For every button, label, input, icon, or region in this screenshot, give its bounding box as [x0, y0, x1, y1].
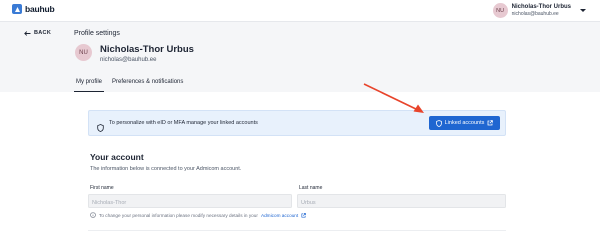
user-menu-name: Nicholas-Thor Urbus [511, 3, 571, 10]
avatar: NU [492, 3, 508, 18]
last-name-field[interactable] [297, 194, 506, 208]
section-subtitle: The information below is connected to yo… [90, 166, 242, 172]
back-button[interactable]: BACK [24, 30, 51, 36]
bauhub-logo-icon [12, 4, 22, 14]
bauhub-logo[interactable]: bauhub [12, 4, 55, 14]
first-name-label: First name [90, 185, 114, 191]
external-link-icon[interactable] [301, 212, 307, 218]
admicom-account-link[interactable]: Admicom account [261, 213, 298, 218]
user-menu-text: Nicholas-Thor Urbus nicholas@bauhub.ee [512, 4, 571, 18]
first-name-field[interactable] [88, 194, 292, 208]
profile-avatar: NU [75, 44, 92, 61]
tab-preferences-notifications[interactable]: Preferences & notifications [110, 78, 185, 92]
profile-name: Nicholas-Thor Urbus [100, 44, 194, 55]
linked-accounts-banner: To personalize with eID or MFA manage yo… [88, 110, 506, 136]
page-title: Profile settings [74, 30, 120, 37]
divider [88, 230, 506, 231]
shield-icon [435, 119, 442, 127]
last-name-label: Last name [299, 185, 323, 191]
user-menu[interactable]: NU Nicholas-Thor Urbus nicholas@bauhub.e… [492, 3, 586, 18]
linked-accounts-label: Linked accounts [444, 120, 485, 126]
back-label: BACK [34, 30, 52, 36]
tab-my-profile[interactable]: My profile [74, 78, 105, 92]
info-note-text: To change your personal information plea… [99, 212, 258, 218]
section-title: Your account [90, 152, 144, 162]
logo-text: bauhub [25, 4, 55, 14]
profile-tabs: My profile Preferences & notifications [74, 78, 185, 92]
user-menu-email: nicholas@bauhub.ee [511, 10, 559, 17]
profile-header: BACK Profile settings NU Nicholas-Thor U… [0, 22, 600, 92]
external-link-icon [487, 120, 494, 126]
info-icon [90, 212, 96, 218]
linked-accounts-button[interactable]: Linked accounts [429, 116, 500, 130]
top-bar: bauhub NU Nicholas-Thor Urbus nicholas@b… [0, 0, 600, 22]
profile-email: nicholas@bauhub.ee [100, 57, 157, 63]
banner-text: To personalize with eID or MFA manage yo… [109, 120, 258, 126]
shield-icon [97, 119, 104, 137]
info-note: To change your personal information plea… [90, 212, 307, 218]
arrow-left-icon [24, 30, 31, 36]
chevron-down-icon[interactable] [580, 9, 586, 12]
